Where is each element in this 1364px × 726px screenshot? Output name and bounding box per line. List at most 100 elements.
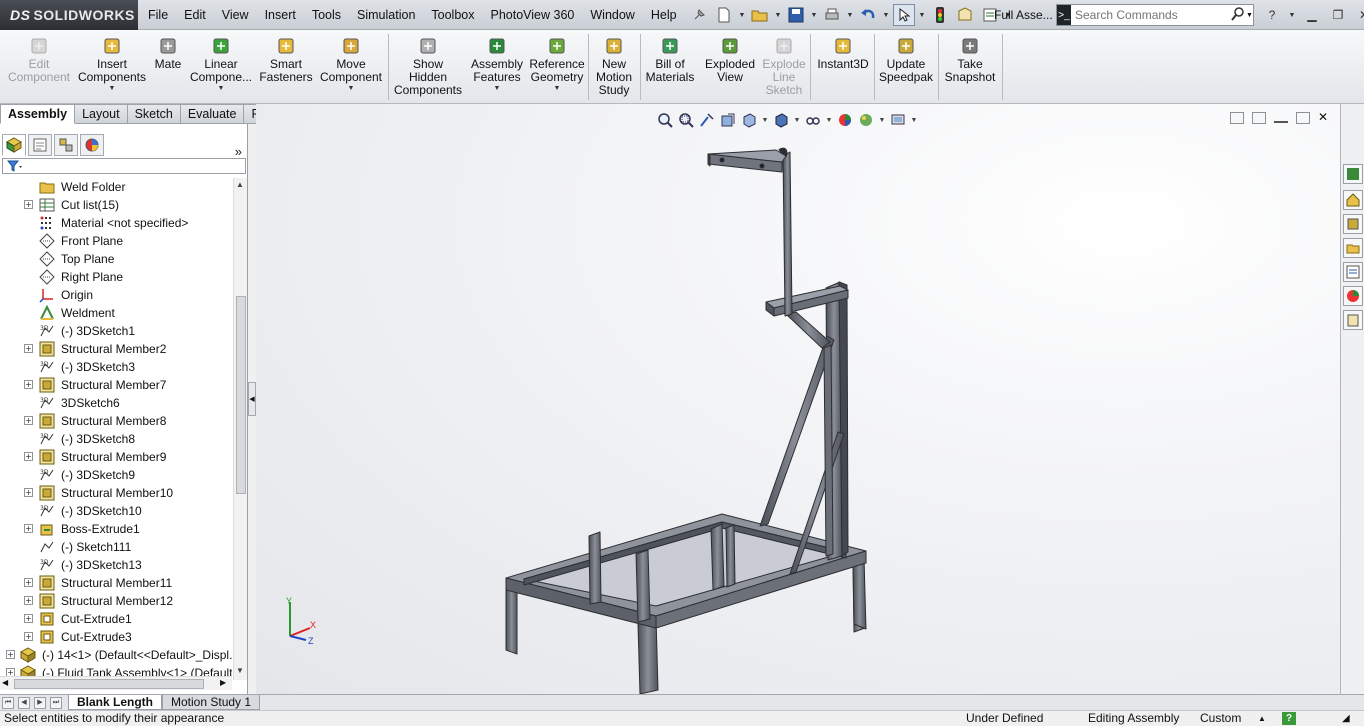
- menu-view[interactable]: View: [214, 0, 257, 30]
- tree-item[interactable]: + Cut-Extrude1: [0, 610, 232, 628]
- display-manager-tab-icon[interactable]: [80, 134, 104, 156]
- new-dropdown-icon[interactable]: ▼: [738, 4, 746, 26]
- tree-item[interactable]: + Structural Member12: [0, 592, 232, 610]
- configuration-manager-tab-icon[interactable]: [54, 134, 78, 156]
- explode-line-sketch-button[interactable]: Explode Line Sketch: [760, 32, 808, 102]
- hscroll-thumb[interactable]: [14, 679, 204, 689]
- view-palette-icon[interactable]: [1343, 262, 1363, 282]
- search-dropdown-icon[interactable]: ▼: [1246, 12, 1253, 19]
- tab-evaluate[interactable]: Evaluate: [180, 104, 245, 124]
- menu-window[interactable]: Window: [582, 0, 642, 30]
- restore-icon[interactable]: ❐: [1328, 5, 1348, 25]
- motion-study-button[interactable]: New Motion Study: [590, 32, 638, 102]
- search-input[interactable]: [1071, 6, 1230, 24]
- expand-toggle-icon[interactable]: +: [24, 488, 33, 497]
- last-tab-icon[interactable]: ⏭: [50, 697, 62, 709]
- tree-item[interactable]: Weldment: [0, 304, 232, 322]
- undo-dropdown-icon[interactable]: ▼: [882, 4, 890, 26]
- tree-item[interactable]: 3D (-) 3DSketch3: [0, 358, 232, 376]
- file-explorer-icon[interactable]: [1343, 238, 1363, 258]
- tree-item[interactable]: + Structural Member7: [0, 376, 232, 394]
- menu-photoview-360[interactable]: PhotoView 360: [483, 0, 583, 30]
- tree-horizontal-scrollbar[interactable]: ◀ ▶: [0, 676, 232, 690]
- property-manager-tab-icon[interactable]: [28, 134, 52, 156]
- tree-item[interactable]: + Structural Member9: [0, 448, 232, 466]
- edit-component-button[interactable]: Edit Component: [6, 32, 72, 102]
- expand-toggle-icon[interactable]: +: [24, 416, 33, 425]
- bill-of-materials-button[interactable]: Bill of Materials: [642, 32, 698, 102]
- minimize-icon[interactable]: ▁: [1302, 5, 1322, 25]
- print-dropdown-icon[interactable]: ▼: [846, 4, 854, 26]
- menu-simulation[interactable]: Simulation: [349, 0, 423, 30]
- scroll-right-icon[interactable]: ▶: [220, 678, 226, 687]
- tree-item[interactable]: 3D 3DSketch6: [0, 394, 232, 412]
- command-dropdown-icon[interactable]: ▼: [554, 85, 561, 92]
- expand-toggle-icon[interactable]: +: [24, 344, 33, 353]
- rebuild-traffic-light-icon[interactable]: [929, 4, 951, 26]
- menu-file[interactable]: File: [140, 0, 176, 30]
- solidworks-resources-icon[interactable]: [1343, 164, 1363, 184]
- save-dropdown-icon[interactable]: ▼: [810, 4, 818, 26]
- tab-sketch[interactable]: Sketch: [127, 104, 181, 124]
- expand-toggle-icon[interactable]: +: [24, 614, 33, 623]
- save-icon[interactable]: [785, 4, 807, 26]
- tree-item[interactable]: + Cut list(15): [0, 196, 232, 214]
- open-folder-icon[interactable]: [749, 4, 771, 26]
- exploded-view-button[interactable]: Exploded View: [702, 32, 758, 102]
- select-arrow-icon[interactable]: [893, 4, 915, 26]
- expand-toggle-icon[interactable]: +: [24, 380, 33, 389]
- expand-toggle-icon[interactable]: +: [24, 632, 33, 641]
- mate-button[interactable]: Mate: [150, 32, 186, 102]
- panel-splitter[interactable]: ◀: [248, 124, 256, 694]
- tree-item[interactable]: 3D (-) 3DSketch8: [0, 430, 232, 448]
- select-dropdown-icon[interactable]: ▼: [918, 4, 926, 26]
- tree-item[interactable]: + Structural Member11: [0, 574, 232, 592]
- next-tab-icon[interactable]: ▶: [34, 697, 46, 709]
- expand-toggle-icon[interactable]: +: [24, 452, 33, 461]
- reference-geometry-button[interactable]: Reference Geometry ▼: [528, 32, 586, 102]
- scroll-thumb[interactable]: [236, 296, 246, 494]
- menu-tools[interactable]: Tools: [304, 0, 349, 30]
- command-dropdown-icon[interactable]: ▼: [218, 85, 225, 92]
- instant3d-button[interactable]: Instant3D: [812, 32, 874, 102]
- tree-item[interactable]: Origin: [0, 286, 232, 304]
- expand-toggle-icon[interactable]: +: [24, 596, 33, 605]
- print-icon[interactable]: [821, 4, 843, 26]
- scroll-down-icon[interactable]: ▼: [236, 666, 244, 675]
- command-dropdown-icon[interactable]: ▼: [109, 85, 116, 92]
- menu-help[interactable]: Help: [643, 0, 685, 30]
- menu-insert[interactable]: Insert: [257, 0, 304, 30]
- tab-layout[interactable]: Layout: [75, 104, 128, 124]
- bottom-tab-blank-length[interactable]: Blank Length: [68, 695, 163, 710]
- linear-pattern-button[interactable]: Linear Compone... ▼: [188, 32, 254, 102]
- move-component-button[interactable]: Move Component ▼: [318, 32, 384, 102]
- tree-item[interactable]: Top Plane: [0, 250, 232, 268]
- units-dropdown-icon[interactable]: ▲: [1258, 711, 1266, 726]
- tree-item[interactable]: + Structural Member10: [0, 484, 232, 502]
- first-tab-icon[interactable]: ⏮: [2, 697, 14, 709]
- tree-item[interactable]: 3D (-) 3DSketch10: [0, 502, 232, 520]
- insert-components-button[interactable]: Insert Components ▼: [76, 32, 148, 102]
- search-icon[interactable]: [1230, 6, 1246, 25]
- menu-edit[interactable]: Edit: [176, 0, 214, 30]
- tree-item[interactable]: Front Plane: [0, 232, 232, 250]
- tree-filter[interactable]: [2, 158, 246, 174]
- weldment-frame-model[interactable]: [256, 104, 1340, 694]
- help-dropdown-icon[interactable]: ▼: [1288, 5, 1296, 25]
- appearances-icon[interactable]: [1343, 286, 1363, 306]
- collapse-panel-icon[interactable]: ◀: [248, 382, 256, 416]
- close-icon[interactable]: ✕: [1354, 5, 1364, 25]
- help-status-icon[interactable]: ?: [1282, 712, 1296, 725]
- graphics-area[interactable]: ▼ ▼ ▼ ▼ ▼ ✕ Y X Z: [256, 104, 1340, 694]
- design-library-icon[interactable]: [1343, 214, 1363, 234]
- help-icon[interactable]: ?: [1262, 5, 1282, 25]
- tree-item[interactable]: + Boss-Extrude1: [0, 520, 232, 538]
- tree-item[interactable]: + Structural Member8: [0, 412, 232, 430]
- assembly-features-button[interactable]: Assembly Features ▼: [468, 32, 526, 102]
- undo-icon[interactable]: [857, 4, 879, 26]
- file-properties-icon[interactable]: [954, 4, 976, 26]
- tree-item[interactable]: (-) Sketch111: [0, 538, 232, 556]
- expand-toggle-icon[interactable]: +: [6, 650, 15, 659]
- tree-item[interactable]: + Structural Member2: [0, 340, 232, 358]
- tree-item[interactable]: + Cut-Extrude3: [0, 628, 232, 646]
